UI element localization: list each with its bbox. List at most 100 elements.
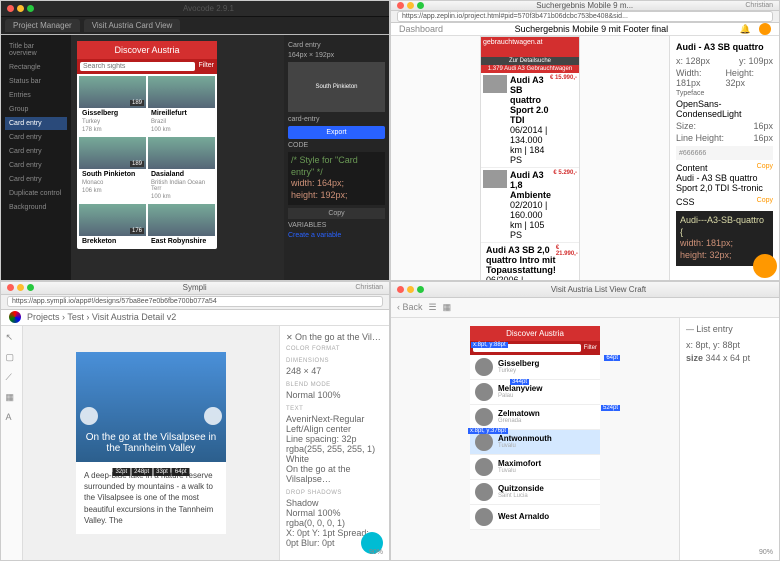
layer-item[interactable]: Card entry xyxy=(5,145,67,158)
listing-row: Audi A3 SB quattro Sport 2.0 TDI06/2014 … xyxy=(481,73,579,168)
maximize-icon[interactable] xyxy=(27,5,34,12)
code-block[interactable]: /* Style for "Card entry" */ width: 164p… xyxy=(288,152,385,205)
grid-icon[interactable]: ▦ xyxy=(6,392,18,404)
list-item: QuitzonsideSaint Lucia xyxy=(470,480,600,505)
dashboard-link[interactable]: Dashboard xyxy=(399,24,443,34)
layer-item[interactable]: Status bar xyxy=(5,75,67,88)
list-item-selected: AntwonmouthTuvalux:8pt, y:376pt xyxy=(470,430,600,455)
list-item: ZelmatownGrenada524pt xyxy=(470,405,600,430)
url-field[interactable]: https://app.sympli.io/app#!/designs/57ba… xyxy=(7,296,383,307)
maximize-icon[interactable] xyxy=(417,2,424,9)
canvas[interactable]: gebrauchtwagen.at Zur Detailsuche 1.379 … xyxy=(391,36,669,281)
tab-project-manager[interactable]: Project Manager xyxy=(5,19,80,32)
overlay-dim: 524pt xyxy=(601,405,620,411)
card: East Robynshire xyxy=(148,204,215,247)
mockup-phone: gebrauchtwagen.at Zur Detailsuche 1.379 … xyxy=(480,36,580,281)
element-title: Audi - A3 SB quattro xyxy=(676,42,773,52)
toolbar: ↖ ▢ ⟋ ▦ A xyxy=(1,326,23,560)
list-icon[interactable]: ☰ xyxy=(429,302,437,313)
list-item: West Arnaldo xyxy=(470,505,600,530)
close-icon[interactable] xyxy=(7,5,14,12)
bell-icon[interactable]: 🔔 xyxy=(740,24,751,35)
minimize-icon[interactable] xyxy=(17,284,24,291)
craft-window: Visit Austria List View Craft ‹ Back ☰ ▦… xyxy=(390,281,780,561)
window-title: Sympli xyxy=(34,283,355,292)
avocode-window: Avocode 2.9.1 Project Manager Visit Aust… xyxy=(0,0,390,281)
back-button[interactable]: ‹ Back xyxy=(397,302,423,312)
canvas[interactable]: Discover Austria x:8pt, y:88ptSearch sig… xyxy=(391,318,679,561)
zoom-level: 90% xyxy=(369,549,383,556)
slash-icon[interactable]: ⟋ xyxy=(6,372,18,384)
layer-item[interactable]: Card entry xyxy=(5,131,67,144)
sympli-window: SympliChristian https://app.sympli.io/ap… xyxy=(0,281,390,561)
canvas[interactable]: On the go at the Vilsalpsee in the Tannh… xyxy=(23,326,279,560)
inspector: Audi - A3 SB quattro x: 128pxy: 109px Wi… xyxy=(669,36,779,281)
close-icon[interactable] xyxy=(7,284,14,291)
sympli-logo-icon[interactable] xyxy=(9,311,21,323)
card: MireillefurtBrazil100 km xyxy=(148,76,215,135)
filter-label[interactable]: Filter xyxy=(198,62,214,71)
card: 189South PinkietonMonaco106 km xyxy=(79,137,146,202)
mockup-phone: Discover Austria Filter 189GisselbergTur… xyxy=(77,41,217,249)
card: DasialandBritish Indian Ocean Terr100 km xyxy=(148,137,215,202)
overlay-coord: x:8pt, y:376pt xyxy=(468,428,508,434)
list-item: GisselbergTurkey64pt344pt xyxy=(470,355,600,380)
layer-item[interactable]: Rectangle xyxy=(5,61,67,74)
layer-tree: Title bar overview Rectangle Status bar … xyxy=(1,35,71,280)
url-field[interactable]: https://app.zeplin.io/project.html#pid=5… xyxy=(397,11,773,22)
hero-image: On the go at the Vilsalpsee in the Tannh… xyxy=(76,352,226,462)
color-swatch[interactable]: #666666 xyxy=(676,146,773,160)
maximize-icon[interactable] xyxy=(27,284,34,291)
titlebar: Avocode 2.9.1 xyxy=(1,1,389,17)
window-title: Avocode 2.9.1 xyxy=(34,4,383,13)
grid-icon[interactable]: ▦ xyxy=(443,302,452,313)
copy-button[interactable]: Copy xyxy=(757,197,773,204)
card: 189GisselbergTurkey178 km xyxy=(79,76,146,135)
avatar[interactable] xyxy=(759,23,771,35)
layer-item[interactable]: Card entry xyxy=(5,159,67,172)
canvas[interactable]: Discover Austria Filter 189GisselbergTur… xyxy=(71,35,284,280)
overlay-dim: 64pt xyxy=(604,355,620,361)
layer-item-selected[interactable]: Card entry xyxy=(5,117,67,130)
filter-label[interactable]: Filter xyxy=(584,345,597,351)
breadcrumb[interactable]: Projects › Test › Visit Austria Detail v… xyxy=(27,312,176,322)
layer-item[interactable]: Card entry xyxy=(5,173,67,186)
square-icon[interactable]: ▢ xyxy=(6,352,18,364)
zoom-level: 90% xyxy=(759,549,773,556)
mockup-header: Discover Austria xyxy=(470,326,600,341)
layer-item[interactable]: Entries xyxy=(5,89,67,102)
create-variable-link[interactable]: Create a variable xyxy=(288,232,385,239)
export-button[interactable]: Export xyxy=(288,126,385,139)
zeplin-window: Suchergebnis Mobile 9 m...Christian http… xyxy=(390,0,780,281)
search-input[interactable] xyxy=(80,62,195,71)
element-title: List entry xyxy=(696,324,733,334)
mockup-header: gebrauchtwagen.at xyxy=(481,37,579,57)
close-icon[interactable] xyxy=(397,286,404,293)
nav-prev-icon[interactable] xyxy=(80,407,98,425)
cursor-icon[interactable]: ↖ xyxy=(6,332,18,344)
search-input[interactable]: x:8pt, y:88ptSearch sights xyxy=(473,344,581,352)
inspector: — List entry x: 8pt, y: 88pt size 344 x … xyxy=(679,318,779,561)
layer-item[interactable]: Background xyxy=(5,201,67,214)
overlay-coord: x:8pt, y:88pt xyxy=(471,342,508,348)
tab-card-view[interactable]: Visit Austria Card View xyxy=(84,19,181,32)
mockup-phone: Discover Austria x:8pt, y:88ptSearch sig… xyxy=(470,326,600,530)
hero-title: On the go at the Vilsalpsee in the Tannh… xyxy=(84,432,218,454)
minimize-icon[interactable] xyxy=(17,5,24,12)
copy-button[interactable]: Copy xyxy=(757,163,773,170)
minimize-icon[interactable] xyxy=(407,2,414,9)
close-icon[interactable] xyxy=(397,2,404,9)
layer-item[interactable]: Group xyxy=(5,103,67,116)
layer-item[interactable]: Duplicate control xyxy=(5,187,67,200)
layer-item[interactable]: Title bar overview xyxy=(5,40,67,60)
a-icon[interactable]: A xyxy=(6,412,18,424)
list-item: MaximofortTuvalu xyxy=(470,455,600,480)
copy-button[interactable]: Copy xyxy=(288,208,385,219)
mockup-header: Discover Austria xyxy=(77,41,217,59)
nav-next-icon[interactable] xyxy=(204,407,222,425)
minimize-icon[interactable] xyxy=(407,286,414,293)
chat-icon[interactable] xyxy=(753,254,777,278)
tab-bar: Project Manager Visit Austria Card View xyxy=(1,17,389,35)
maximize-icon[interactable] xyxy=(417,286,424,293)
inspector-title: Card entry xyxy=(288,42,385,49)
